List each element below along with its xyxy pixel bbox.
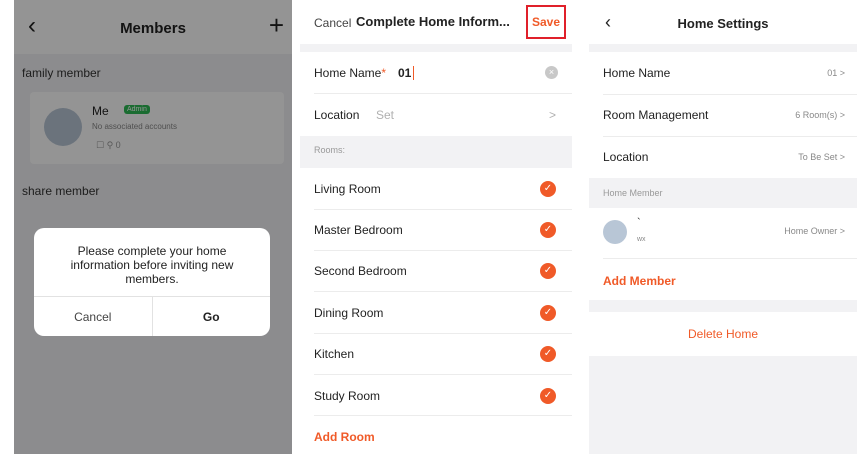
location-row[interactable]: Location To Be Set >	[589, 136, 857, 178]
clear-icon[interactable]: ×	[545, 66, 558, 79]
room-item-kitchen[interactable]: Kitchen	[314, 347, 354, 361]
home-member-group: ` wx Home Owner > Add Member	[589, 208, 857, 300]
incomplete-home-dialog: Please complete your home information be…	[34, 228, 270, 336]
member-role: Home Owner >	[784, 226, 845, 236]
page-title: Complete Home Inform...	[356, 14, 510, 29]
dialog-message: Please complete your home information be…	[70, 244, 234, 286]
checkmark-icon[interactable]: ✓	[540, 305, 556, 321]
room-item-dining-room[interactable]: Dining Room	[314, 306, 383, 320]
divider	[314, 374, 572, 375]
divider	[603, 258, 857, 259]
dialog-go-button[interactable]: Go	[153, 297, 271, 336]
location-value: To Be Set >	[798, 152, 845, 162]
home-info-header: Cancel Complete Home Inform... Save	[300, 0, 572, 44]
member-row[interactable]: ` wx Home Owner >	[589, 208, 857, 256]
checkmark-icon[interactable]: ✓	[540, 346, 556, 362]
home-name-value: 01 >	[827, 68, 845, 78]
divider	[314, 333, 572, 334]
member-name: `	[637, 217, 641, 229]
home-fields-group: Home Name* 01 × Location Set >	[300, 52, 572, 136]
room-item-second-bedroom[interactable]: Second Bedroom	[314, 264, 407, 278]
room-item-study-room[interactable]: Study Room	[314, 389, 380, 403]
location-set-value[interactable]: Set	[376, 108, 394, 122]
location-label: Location	[314, 108, 360, 122]
member-subtitle: wx	[637, 236, 646, 243]
room-count-value: 6 Room(s) >	[795, 110, 845, 120]
checkmark-icon[interactable]: ✓	[540, 388, 556, 404]
avatar	[603, 220, 627, 244]
home-name-label: Home Name*	[314, 66, 387, 80]
save-button[interactable]: Save	[526, 5, 566, 39]
location-label: Location	[603, 150, 649, 164]
cancel-button[interactable]: Cancel	[314, 16, 351, 30]
divider	[314, 250, 572, 251]
divider	[314, 415, 572, 416]
delete-home-button[interactable]: Delete Home	[589, 327, 857, 341]
home-settings-screen: ‹ Home Settings Home Name 01 > Room Mana…	[589, 0, 857, 454]
add-room-button[interactable]: Add Room	[314, 430, 375, 444]
members-screen: ‹ Members + family member Me Admin No as…	[14, 0, 292, 454]
divider	[314, 291, 572, 292]
chevron-right-icon[interactable]: >	[549, 108, 556, 122]
home-settings-header: ‹ Home Settings	[589, 0, 857, 44]
room-management-row[interactable]: Room Management 6 Room(s) >	[589, 94, 857, 136]
home-member-section-label: Home Member	[603, 188, 663, 198]
rooms-section-label: Rooms:	[314, 145, 346, 155]
dialog-buttons: Cancel Go	[34, 296, 270, 336]
checkmark-icon[interactable]: ✓	[540, 263, 556, 279]
room-item-living-room[interactable]: Living Room	[314, 182, 381, 196]
room-list: Living Room ✓ Master Bedroom ✓ Second Be…	[300, 168, 572, 454]
delete-home-row: Delete Home	[589, 312, 857, 356]
modal-overlay	[14, 0, 292, 454]
add-member-button[interactable]: Add Member	[603, 274, 676, 288]
text-cursor	[413, 66, 414, 80]
home-name-input[interactable]: 01	[398, 66, 411, 80]
divider	[314, 209, 572, 210]
divider	[314, 93, 572, 94]
home-name-row[interactable]: Home Name 01 >	[589, 52, 857, 94]
home-settings-group: Home Name 01 > Room Management 6 Room(s)…	[589, 52, 857, 178]
complete-home-info-screen: Cancel Complete Home Inform... Save Home…	[300, 0, 572, 454]
checkmark-icon[interactable]: ✓	[540, 222, 556, 238]
room-item-master-bedroom[interactable]: Master Bedroom	[314, 223, 403, 237]
page-title: Home Settings	[677, 16, 769, 31]
dialog-cancel-button[interactable]: Cancel	[34, 297, 153, 336]
room-management-label: Room Management	[603, 108, 709, 122]
checkmark-icon[interactable]: ✓	[540, 181, 556, 197]
home-name-label: Home Name	[603, 66, 671, 80]
